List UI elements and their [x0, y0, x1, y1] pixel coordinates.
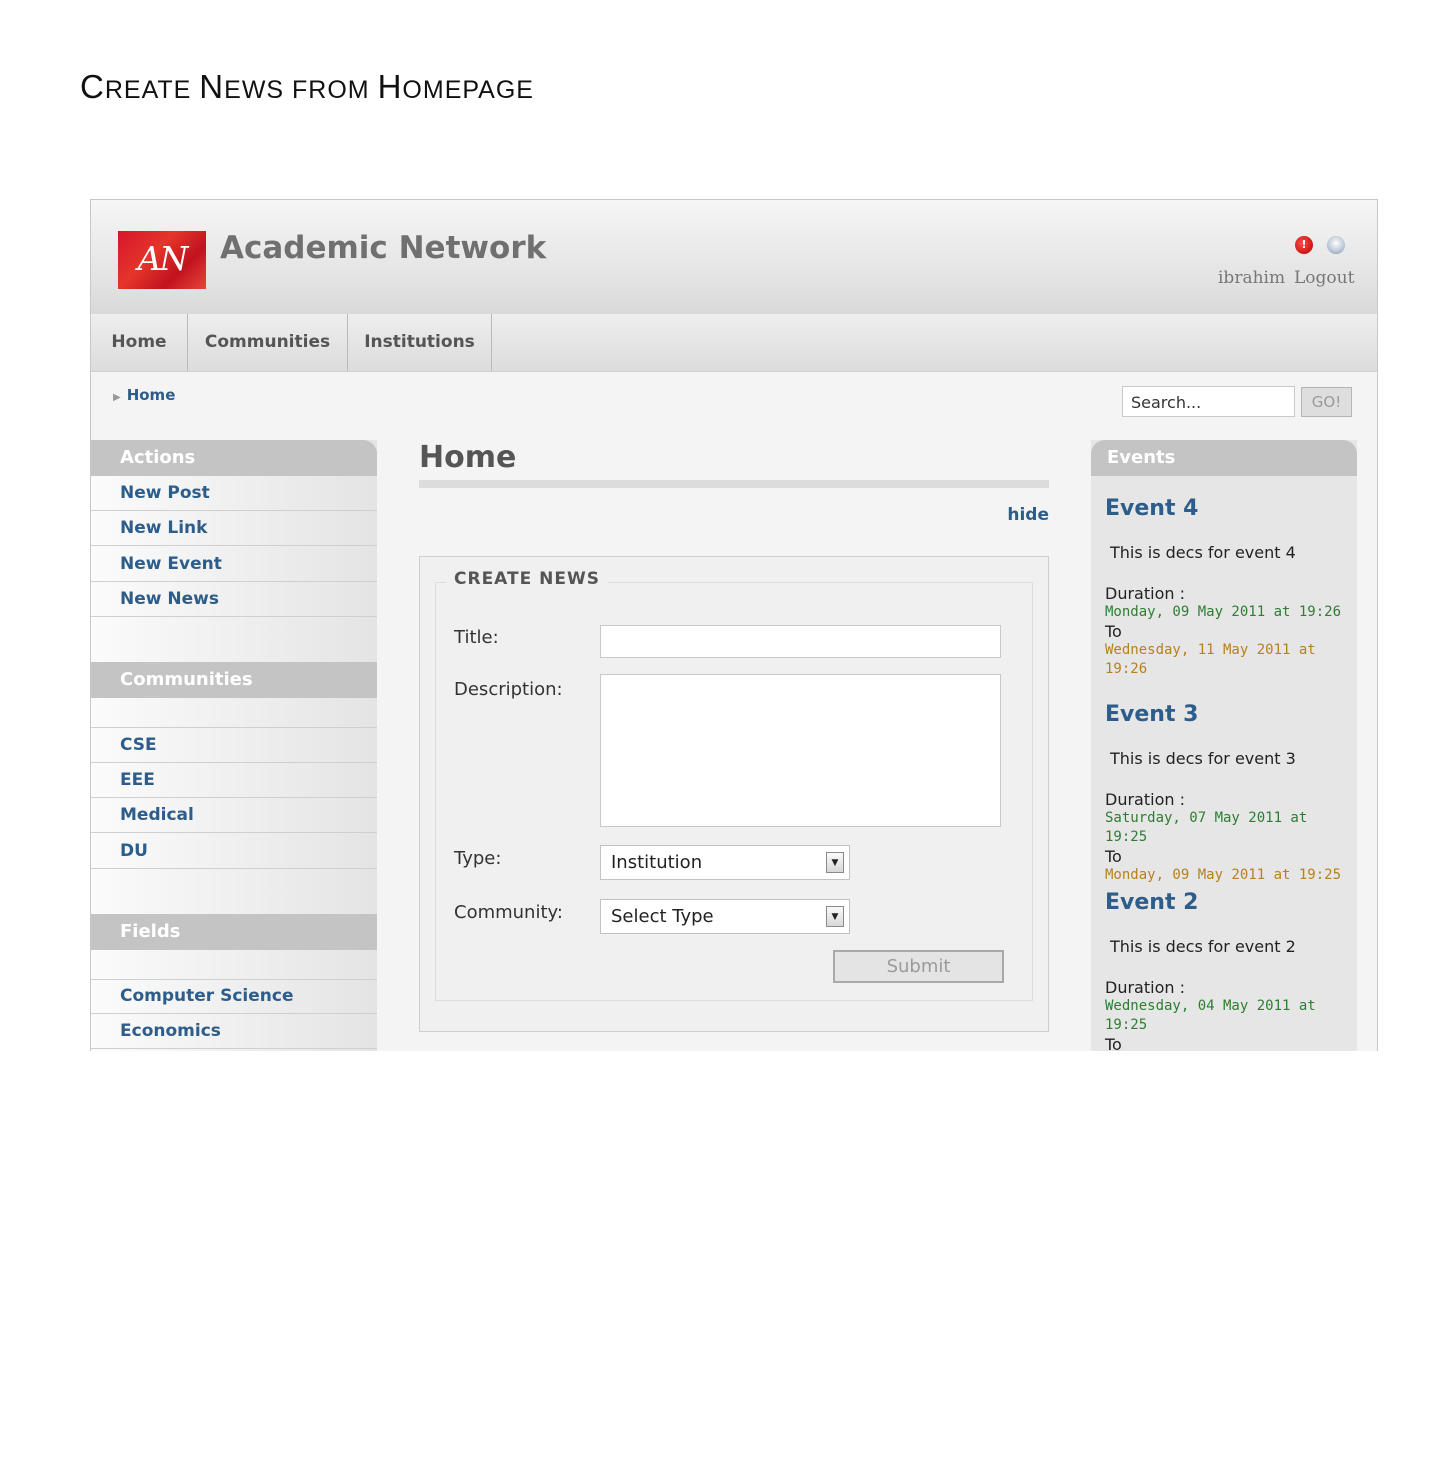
- event-end: Monday, 09 May 2011 at 19:25: [1105, 867, 1342, 883]
- description-label: Description:: [454, 679, 563, 700]
- search-input[interactable]: Search...: [1122, 386, 1295, 417]
- create-news-fieldset: CREATE NEWS Title: Description: Type: In…: [435, 569, 1033, 1001]
- type-label: Type:: [454, 848, 502, 869]
- breadcrumb-arrow-icon: ▶: [113, 392, 121, 403]
- type-selected-value: Institution: [611, 852, 703, 873]
- event-to-label: To: [1105, 1035, 1122, 1051]
- hide-link[interactable]: hide: [1007, 505, 1049, 525]
- chevron-down-icon[interactable]: ▼: [826, 852, 844, 873]
- divider: [91, 950, 377, 980]
- heading-word: EWS FROM: [224, 76, 378, 104]
- app-screenshot: AN Academic Network ! ibrahim Logout Hom…: [90, 199, 1378, 1051]
- community-select[interactable]: Select Type ▼: [600, 899, 850, 934]
- messages-icon[interactable]: [1327, 236, 1345, 254]
- logo-text: AN: [137, 239, 189, 278]
- title-divider: [419, 480, 1049, 488]
- event-to-label: To: [1105, 847, 1122, 866]
- community-link-medical[interactable]: Medical: [91, 798, 377, 833]
- field-link-computer-science[interactable]: Computer Science: [91, 979, 377, 1014]
- community-link-eee[interactable]: EEE: [91, 763, 377, 798]
- site-name: Academic Network: [220, 230, 547, 266]
- new-event-link[interactable]: New Event: [91, 547, 377, 582]
- search-go-button[interactable]: GO!: [1301, 387, 1352, 417]
- event-duration-label: Duration :: [1105, 790, 1185, 809]
- event-title-link[interactable]: Event 4: [1105, 496, 1350, 521]
- event-item: Event 2 This is decs for event 2 Duratio…: [1105, 890, 1350, 1051]
- event-description: This is decs for event 2: [1110, 937, 1296, 956]
- community-selected-value: Select Type: [611, 906, 714, 927]
- event-start: Wednesday, 04 May 2011 at 19:25: [1105, 998, 1316, 1033]
- type-select[interactable]: Institution ▼: [600, 845, 850, 880]
- event-duration-label: Duration :: [1105, 584, 1185, 603]
- title-input[interactable]: [600, 625, 1001, 658]
- breadcrumb: ▶ Home: [113, 386, 175, 404]
- event-to-label: To: [1105, 622, 1122, 641]
- nav-tab-communities[interactable]: Communities: [188, 314, 348, 371]
- heading-letter: C: [80, 68, 105, 105]
- heading-letter: N: [199, 68, 225, 105]
- notifications-icon[interactable]: !: [1295, 236, 1313, 254]
- divider: [91, 698, 377, 728]
- communities-heading: Communities: [91, 662, 377, 698]
- main-nav: Home Communities Institutions: [91, 314, 1377, 372]
- event-duration-label: Duration :: [1105, 978, 1185, 997]
- nav-tab-home[interactable]: Home: [91, 314, 188, 371]
- site-header: AN Academic Network ! ibrahim Logout: [91, 200, 1377, 314]
- community-link-cse[interactable]: CSE: [91, 728, 377, 763]
- left-sidebar: Actions New Post New Link New Event New …: [91, 440, 377, 1051]
- fields-heading: Fields: [91, 914, 377, 950]
- event-start: Saturday, 07 May 2011 at 19:25: [1105, 810, 1308, 845]
- page-title: Home: [419, 440, 517, 475]
- document-heading: CREATE NEWS FROM HOMEPAGE: [80, 68, 534, 106]
- actions-heading: Actions: [91, 440, 377, 476]
- event-item: Event 3 This is decs for event 3 Duratio…: [1105, 702, 1350, 885]
- description-textarea[interactable]: [600, 674, 1001, 827]
- event-title-link[interactable]: Event 2: [1105, 890, 1350, 915]
- events-heading: Events: [1091, 440, 1357, 476]
- logout-link[interactable]: Logout: [1294, 268, 1354, 288]
- event-title-link[interactable]: Event 3: [1105, 702, 1350, 727]
- heading-letter: H: [377, 68, 403, 105]
- new-post-link[interactable]: New Post: [91, 476, 377, 511]
- event-start: Monday, 09 May 2011 at 19:26: [1105, 604, 1342, 620]
- breadcrumb-home-link[interactable]: Home: [127, 386, 176, 404]
- nav-tab-institutions[interactable]: Institutions: [348, 314, 492, 371]
- event-description: This is decs for event 4: [1110, 543, 1296, 562]
- new-link-link[interactable]: New Link: [91, 511, 377, 546]
- user-profile-link[interactable]: ibrahim: [1218, 268, 1285, 288]
- submit-button[interactable]: Submit: [833, 950, 1004, 983]
- title-label: Title:: [454, 627, 499, 648]
- event-item: Event 4 This is decs for event 4 Duratio…: [1105, 496, 1350, 679]
- event-description: This is decs for event 3: [1110, 749, 1296, 768]
- heading-word: REATE: [104, 76, 200, 104]
- form-legend: CREATE NEWS: [446, 569, 608, 589]
- site-logo[interactable]: AN: [118, 231, 206, 289]
- community-link-du[interactable]: DU: [91, 834, 377, 869]
- event-end: Wednesday, 11 May 2011 at 19:26: [1105, 642, 1316, 677]
- new-news-link[interactable]: New News: [91, 582, 377, 617]
- chevron-down-icon[interactable]: ▼: [826, 906, 844, 927]
- heading-word: OMEPAGE: [402, 76, 534, 104]
- field-link-economics[interactable]: Economics: [91, 1014, 377, 1049]
- community-label: Community:: [454, 902, 563, 923]
- create-news-form: CREATE NEWS Title: Description: Type: In…: [419, 556, 1049, 1032]
- events-panel: Events Event 4 This is decs for event 4 …: [1091, 440, 1357, 1051]
